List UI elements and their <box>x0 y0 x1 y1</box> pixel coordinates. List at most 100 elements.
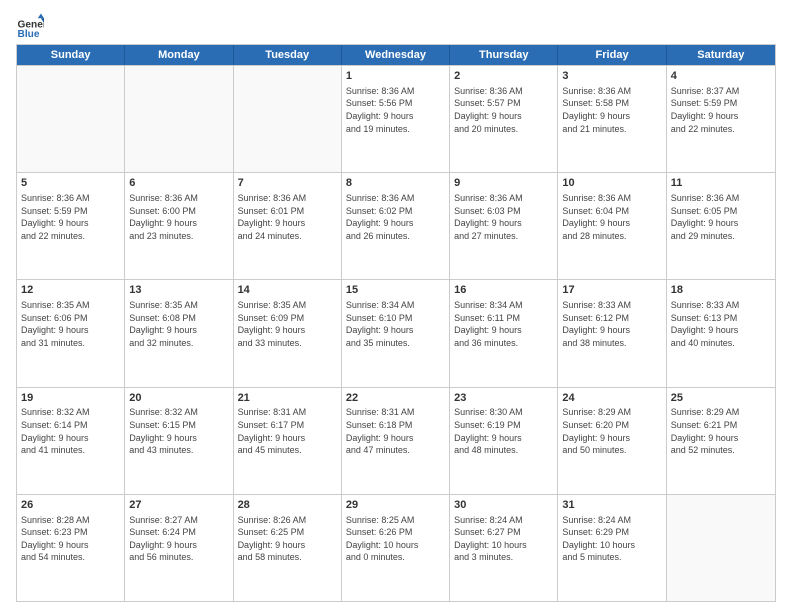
logo: General Blue <box>16 12 48 40</box>
day-info: Sunrise: 8:35 AM Sunset: 6:08 PM Dayligh… <box>129 299 228 349</box>
calendar-week-5: 26Sunrise: 8:28 AM Sunset: 6:23 PM Dayli… <box>17 494 775 601</box>
day-info: Sunrise: 8:34 AM Sunset: 6:10 PM Dayligh… <box>346 299 445 349</box>
day-number: 25 <box>671 391 771 406</box>
day-number: 22 <box>346 391 445 406</box>
day-cell-5: 5Sunrise: 8:36 AM Sunset: 5:59 PM Daylig… <box>17 173 125 279</box>
day-header-sunday: Sunday <box>17 45 125 65</box>
calendar-week-2: 5Sunrise: 8:36 AM Sunset: 5:59 PM Daylig… <box>17 172 775 279</box>
day-cell-24: 24Sunrise: 8:29 AM Sunset: 6:20 PM Dayli… <box>558 388 666 494</box>
day-info: Sunrise: 8:36 AM Sunset: 6:00 PM Dayligh… <box>129 192 228 242</box>
day-number: 10 <box>562 176 661 191</box>
day-info: Sunrise: 8:35 AM Sunset: 6:06 PM Dayligh… <box>21 299 120 349</box>
day-number: 9 <box>454 176 553 191</box>
day-info: Sunrise: 8:32 AM Sunset: 6:14 PM Dayligh… <box>21 406 120 456</box>
day-cell-11: 11Sunrise: 8:36 AM Sunset: 6:05 PM Dayli… <box>667 173 775 279</box>
day-number: 21 <box>238 391 337 406</box>
calendar-week-3: 12Sunrise: 8:35 AM Sunset: 6:06 PM Dayli… <box>17 279 775 386</box>
day-number: 24 <box>562 391 661 406</box>
day-info: Sunrise: 8:36 AM Sunset: 5:59 PM Dayligh… <box>21 192 120 242</box>
day-number: 14 <box>238 283 337 298</box>
svg-text:Blue: Blue <box>18 29 40 40</box>
empty-cell <box>234 66 342 172</box>
day-info: Sunrise: 8:29 AM Sunset: 6:21 PM Dayligh… <box>671 406 771 456</box>
day-info: Sunrise: 8:36 AM Sunset: 6:01 PM Dayligh… <box>238 192 337 242</box>
day-info: Sunrise: 8:24 AM Sunset: 6:29 PM Dayligh… <box>562 514 661 564</box>
day-info: Sunrise: 8:31 AM Sunset: 6:18 PM Dayligh… <box>346 406 445 456</box>
day-cell-10: 10Sunrise: 8:36 AM Sunset: 6:04 PM Dayli… <box>558 173 666 279</box>
day-cell-1: 1Sunrise: 8:36 AM Sunset: 5:56 PM Daylig… <box>342 66 450 172</box>
day-cell-2: 2Sunrise: 8:36 AM Sunset: 5:57 PM Daylig… <box>450 66 558 172</box>
day-cell-22: 22Sunrise: 8:31 AM Sunset: 6:18 PM Dayli… <box>342 388 450 494</box>
day-cell-19: 19Sunrise: 8:32 AM Sunset: 6:14 PM Dayli… <box>17 388 125 494</box>
day-info: Sunrise: 8:33 AM Sunset: 6:12 PM Dayligh… <box>562 299 661 349</box>
calendar-week-4: 19Sunrise: 8:32 AM Sunset: 6:14 PM Dayli… <box>17 387 775 494</box>
day-info: Sunrise: 8:27 AM Sunset: 6:24 PM Dayligh… <box>129 514 228 564</box>
day-cell-26: 26Sunrise: 8:28 AM Sunset: 6:23 PM Dayli… <box>17 495 125 601</box>
day-cell-12: 12Sunrise: 8:35 AM Sunset: 6:06 PM Dayli… <box>17 280 125 386</box>
day-info: Sunrise: 8:36 AM Sunset: 6:04 PM Dayligh… <box>562 192 661 242</box>
day-header-friday: Friday <box>558 45 666 65</box>
page-header: General Blue <box>16 12 776 40</box>
day-info: Sunrise: 8:32 AM Sunset: 6:15 PM Dayligh… <box>129 406 228 456</box>
day-cell-21: 21Sunrise: 8:31 AM Sunset: 6:17 PM Dayli… <box>234 388 342 494</box>
day-info: Sunrise: 8:29 AM Sunset: 6:20 PM Dayligh… <box>562 406 661 456</box>
day-header-tuesday: Tuesday <box>234 45 342 65</box>
day-number: 4 <box>671 69 771 84</box>
day-number: 28 <box>238 498 337 513</box>
day-number: 19 <box>21 391 120 406</box>
empty-cell <box>125 66 233 172</box>
empty-cell <box>667 495 775 601</box>
day-number: 23 <box>454 391 553 406</box>
day-number: 7 <box>238 176 337 191</box>
day-number: 5 <box>21 176 120 191</box>
day-cell-28: 28Sunrise: 8:26 AM Sunset: 6:25 PM Dayli… <box>234 495 342 601</box>
day-cell-31: 31Sunrise: 8:24 AM Sunset: 6:29 PM Dayli… <box>558 495 666 601</box>
calendar: SundayMondayTuesdayWednesdayThursdayFrid… <box>16 44 776 602</box>
day-info: Sunrise: 8:36 AM Sunset: 5:58 PM Dayligh… <box>562 85 661 135</box>
day-number: 11 <box>671 176 771 191</box>
day-number: 15 <box>346 283 445 298</box>
day-cell-13: 13Sunrise: 8:35 AM Sunset: 6:08 PM Dayli… <box>125 280 233 386</box>
day-info: Sunrise: 8:36 AM Sunset: 6:05 PM Dayligh… <box>671 192 771 242</box>
day-info: Sunrise: 8:25 AM Sunset: 6:26 PM Dayligh… <box>346 514 445 564</box>
day-info: Sunrise: 8:24 AM Sunset: 6:27 PM Dayligh… <box>454 514 553 564</box>
day-info: Sunrise: 8:33 AM Sunset: 6:13 PM Dayligh… <box>671 299 771 349</box>
day-number: 27 <box>129 498 228 513</box>
day-info: Sunrise: 8:28 AM Sunset: 6:23 PM Dayligh… <box>21 514 120 564</box>
day-cell-29: 29Sunrise: 8:25 AM Sunset: 6:26 PM Dayli… <box>342 495 450 601</box>
day-number: 13 <box>129 283 228 298</box>
day-cell-4: 4Sunrise: 8:37 AM Sunset: 5:59 PM Daylig… <box>667 66 775 172</box>
day-number: 2 <box>454 69 553 84</box>
day-info: Sunrise: 8:36 AM Sunset: 6:02 PM Dayligh… <box>346 192 445 242</box>
day-cell-27: 27Sunrise: 8:27 AM Sunset: 6:24 PM Dayli… <box>125 495 233 601</box>
day-number: 1 <box>346 69 445 84</box>
day-cell-16: 16Sunrise: 8:34 AM Sunset: 6:11 PM Dayli… <box>450 280 558 386</box>
day-info: Sunrise: 8:35 AM Sunset: 6:09 PM Dayligh… <box>238 299 337 349</box>
day-cell-6: 6Sunrise: 8:36 AM Sunset: 6:00 PM Daylig… <box>125 173 233 279</box>
day-cell-15: 15Sunrise: 8:34 AM Sunset: 6:10 PM Dayli… <box>342 280 450 386</box>
day-cell-17: 17Sunrise: 8:33 AM Sunset: 6:12 PM Dayli… <box>558 280 666 386</box>
day-number: 8 <box>346 176 445 191</box>
day-header-thursday: Thursday <box>450 45 558 65</box>
calendar-header: SundayMondayTuesdayWednesdayThursdayFrid… <box>17 45 775 65</box>
day-header-saturday: Saturday <box>667 45 775 65</box>
day-number: 6 <box>129 176 228 191</box>
day-cell-30: 30Sunrise: 8:24 AM Sunset: 6:27 PM Dayli… <box>450 495 558 601</box>
day-number: 16 <box>454 283 553 298</box>
day-cell-23: 23Sunrise: 8:30 AM Sunset: 6:19 PM Dayli… <box>450 388 558 494</box>
empty-cell <box>17 66 125 172</box>
calendar-body: 1Sunrise: 8:36 AM Sunset: 5:56 PM Daylig… <box>17 65 775 601</box>
calendar-week-1: 1Sunrise: 8:36 AM Sunset: 5:56 PM Daylig… <box>17 65 775 172</box>
day-number: 3 <box>562 69 661 84</box>
day-number: 29 <box>346 498 445 513</box>
day-number: 30 <box>454 498 553 513</box>
day-cell-18: 18Sunrise: 8:33 AM Sunset: 6:13 PM Dayli… <box>667 280 775 386</box>
day-cell-3: 3Sunrise: 8:36 AM Sunset: 5:58 PM Daylig… <box>558 66 666 172</box>
day-header-wednesday: Wednesday <box>342 45 450 65</box>
day-info: Sunrise: 8:36 AM Sunset: 5:56 PM Dayligh… <box>346 85 445 135</box>
day-cell-14: 14Sunrise: 8:35 AM Sunset: 6:09 PM Dayli… <box>234 280 342 386</box>
day-info: Sunrise: 8:36 AM Sunset: 6:03 PM Dayligh… <box>454 192 553 242</box>
day-number: 17 <box>562 283 661 298</box>
day-info: Sunrise: 8:37 AM Sunset: 5:59 PM Dayligh… <box>671 85 771 135</box>
day-info: Sunrise: 8:36 AM Sunset: 5:57 PM Dayligh… <box>454 85 553 135</box>
